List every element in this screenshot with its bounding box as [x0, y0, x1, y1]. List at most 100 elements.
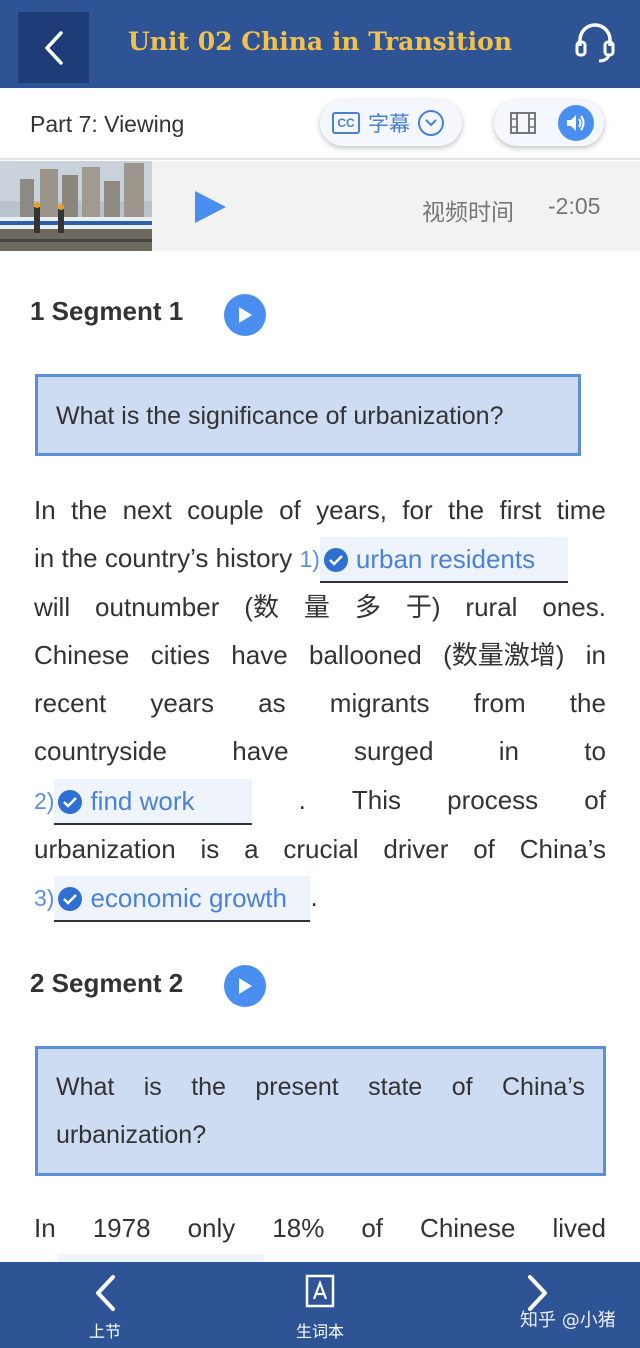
check-icon: [58, 886, 83, 911]
segment-2-question: What is the present state of China’s urb…: [35, 1046, 606, 1176]
word: China’s: [501, 1073, 585, 1101]
word: ones.: [542, 592, 606, 622]
sub-toolbar: Part 7: Viewing CC 字幕: [0, 88, 640, 160]
question-line: What is the present state of China’s: [56, 1063, 585, 1111]
word: the: [191, 1073, 226, 1101]
word: outnumber: [95, 592, 220, 622]
word: 1978: [92, 1213, 151, 1243]
word: of: [451, 1073, 473, 1101]
word: years,: [316, 495, 387, 525]
word: Chinese: [420, 1213, 516, 1243]
word: This: [351, 785, 402, 815]
speaker-icon: [567, 115, 585, 131]
question-line: urbanization?: [56, 1111, 585, 1159]
chevron-left-icon: [96, 1275, 115, 1311]
word: of: [361, 1213, 384, 1243]
check-icon: [58, 789, 83, 814]
word: 于): [405, 592, 441, 622]
answer-blank-3[interactable]: economic growth: [54, 876, 311, 923]
play-icon: [239, 978, 252, 994]
word: as: [258, 688, 286, 718]
segment-2-title: 2 Segment 2: [30, 968, 184, 998]
word: In: [34, 495, 56, 525]
vocabulary-button[interactable]: 生词本: [285, 1272, 355, 1342]
film-icon[interactable]: [510, 112, 536, 134]
word: have: [232, 736, 289, 766]
word: a: [244, 834, 259, 864]
passage-line: 2) find work . This process of: [34, 776, 606, 826]
watermark: 知乎 @小猪: [520, 1310, 616, 1331]
prev-section-button[interactable]: 上节: [80, 1272, 130, 1342]
word: the: [447, 495, 485, 525]
segment-2-passage: In 1978 only 18% of Chinese lived: [34, 1204, 606, 1262]
headset-icon[interactable]: [574, 20, 616, 64]
segment-1-question: What is the significance of urbanization…: [35, 374, 581, 456]
play-icon: [239, 307, 252, 323]
passage-line: recent years as migrants from the: [34, 679, 606, 727]
word: years: [150, 688, 214, 718]
answer-blank-partial: [58, 1254, 264, 1262]
passage-line: In the next couple of years, for the fir…: [34, 486, 606, 534]
answer-blank-2[interactable]: find work: [54, 779, 253, 826]
word: in: [585, 640, 606, 670]
passage-line: Chinese cities have ballooned (数量激增) in: [34, 631, 606, 679]
video-bar: 视频时间 -2:05: [0, 161, 640, 251]
answer-blank-1[interactable]: urban residents: [319, 537, 568, 584]
bottom-nav: 上节 生词本 知乎 @小猪: [0, 1262, 640, 1348]
word: first: [499, 495, 542, 525]
word: the: [71, 495, 108, 525]
subtitle-toggle[interactable]: CC 字幕: [320, 100, 462, 146]
word: (数: [244, 592, 279, 622]
word: .: [298, 785, 306, 815]
word: is: [143, 1073, 162, 1101]
word: ballooned: [308, 640, 422, 670]
word: have: [231, 640, 288, 670]
word: of: [473, 834, 495, 864]
answer-text: urban residents: [355, 544, 536, 575]
word: of: [279, 495, 301, 525]
word: couple: [187, 495, 264, 525]
passage-line: will outnumber (数 量 多 于) rural ones.: [34, 583, 606, 631]
audio-button[interactable]: [558, 105, 594, 141]
answer-text: find work: [90, 786, 195, 817]
word: will: [34, 592, 71, 622]
word: countryside: [34, 736, 167, 766]
blank-number: 1): [299, 546, 320, 572]
media-mode-toggle[interactable]: [494, 100, 604, 146]
video-time-value: -2:05: [548, 193, 601, 219]
word: from: [473, 688, 526, 718]
subtitle-label: 字幕: [368, 112, 410, 136]
blank-number: 3): [34, 885, 55, 911]
segment-2-play-button[interactable]: [224, 965, 266, 1007]
word: China’s: [519, 834, 606, 864]
segment-1-play-button[interactable]: [224, 294, 266, 336]
chevron-down-icon: [418, 110, 444, 136]
passage-line: In 1978 only 18% of Chinese lived: [34, 1204, 606, 1252]
word: in the country’s history: [34, 543, 293, 573]
word: only: [187, 1213, 236, 1243]
word: next: [122, 495, 172, 525]
word: for: [402, 495, 433, 525]
blank-number: 2): [34, 788, 55, 814]
segment-1-passage: In the next couple of years, for the fir…: [34, 486, 606, 926]
word: cities: [150, 640, 210, 670]
play-icon[interactable]: [192, 189, 228, 225]
cc-icon: CC: [332, 112, 360, 134]
word: 量: [303, 592, 330, 622]
passage-line: urbanization is a crucial driver of Chin…: [34, 825, 606, 873]
divider: [0, 158, 640, 160]
word: urbanization?: [56, 1121, 207, 1149]
word: time: [556, 495, 606, 525]
word: recent: [34, 688, 107, 718]
word: state: [368, 1073, 423, 1101]
passage-line: in the country’s history 1) urban residen…: [34, 534, 568, 584]
video-time-label: 视频时间: [422, 200, 514, 226]
glossary-icon: [305, 1274, 335, 1308]
page-title: Unit 02 China in Transition: [127, 27, 513, 56]
segment-1-title: 1 Segment 1: [30, 296, 184, 326]
word: process: [447, 785, 539, 815]
word: crucial: [283, 834, 359, 864]
video-thumbnail[interactable]: [0, 161, 152, 251]
word: present: [255, 1073, 339, 1101]
answer-text: economic growth: [90, 883, 287, 914]
